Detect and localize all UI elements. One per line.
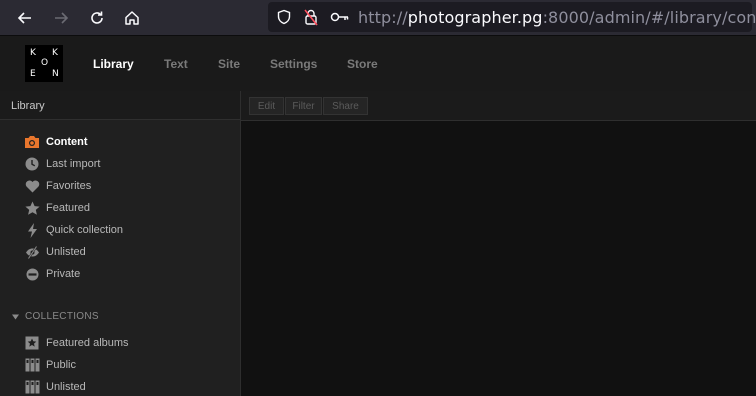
sidebar-item-label: Featured	[46, 202, 91, 214]
sidebar-item-public[interactable]: Public	[24, 356, 234, 374]
url-bar[interactable]: http://photographer.pg:8000/admin/#/libr…	[268, 2, 756, 32]
nav-library[interactable]: Library	[93, 57, 134, 71]
filter-button[interactable]: Filter	[285, 97, 322, 115]
url-host: photographer.pg	[407, 8, 543, 27]
collections-header[interactable]: COLLECTIONS	[11, 311, 99, 322]
sidebar-item-last-import[interactable]: Last import	[24, 155, 234, 173]
logo-letter-1: K	[30, 48, 36, 58]
app-header: K K O E N Library Text Site Settings Sto…	[0, 36, 756, 91]
star-icon	[24, 200, 40, 216]
clock-icon	[24, 156, 40, 172]
back-arrow-icon	[17, 12, 31, 24]
heart-icon	[24, 178, 40, 194]
home-icon	[125, 11, 139, 25]
triangle-down-icon	[12, 314, 19, 319]
sidebar-item-label: Quick collection	[46, 224, 124, 236]
sidebar-title: Library	[0, 91, 240, 120]
no-entry-icon	[24, 266, 40, 282]
insecure-lock-icon	[304, 9, 318, 26]
logo-letter-2: K	[52, 48, 58, 58]
logo-letter-3: O	[41, 58, 49, 68]
shield-icon	[277, 9, 291, 25]
eye-slash-icon	[24, 244, 40, 260]
camera-icon	[24, 134, 40, 150]
sidebar-item-favorites[interactable]: Favorites	[24, 177, 234, 195]
sidebar-item-label: Private	[46, 268, 81, 280]
sidebar-item-label: Featured albums	[46, 337, 129, 349]
album-icon	[24, 379, 40, 395]
reload-button[interactable]	[85, 6, 109, 30]
library-sidebar: Library Content Last import Favorites Fe…	[0, 91, 241, 396]
content-area	[241, 121, 756, 396]
url-text[interactable]: http://photographer.pg:8000/admin/#/libr…	[358, 8, 756, 27]
logo-letter-4: E	[30, 69, 36, 79]
nav-settings[interactable]: Settings	[270, 57, 317, 71]
forward-arrow-icon	[55, 12, 69, 24]
sidebar-item-label: Unlisted	[46, 246, 86, 258]
sidebar-item-label: Unlisted	[46, 381, 86, 393]
sidebar-item-unlisted[interactable]: Unlisted	[24, 243, 234, 261]
key-icon	[330, 12, 349, 22]
nav-site[interactable]: Site	[218, 57, 240, 71]
forward-button[interactable]	[49, 6, 73, 30]
sidebar-item-label: Content	[46, 136, 88, 148]
nav-store[interactable]: Store	[347, 57, 378, 71]
sidebar-item-label: Last import	[46, 158, 101, 170]
content-toolbar: Edit Filter Share	[241, 91, 756, 121]
url-prefix: http://	[358, 8, 408, 27]
sidebar-item-quick-collection[interactable]: Quick collection	[24, 221, 234, 239]
reload-icon	[91, 11, 103, 24]
sidebar-item-private[interactable]: Private	[24, 265, 234, 283]
home-button[interactable]	[120, 6, 144, 30]
lightning-icon	[24, 222, 40, 238]
share-button[interactable]: Share	[323, 97, 368, 115]
collections-label: COLLECTIONS	[25, 311, 99, 322]
sidebar-item-label: Public	[46, 359, 76, 371]
album-icon	[24, 357, 40, 373]
url-path: :8000/admin/#/library/content	[542, 8, 756, 27]
edit-button[interactable]: Edit	[249, 97, 284, 115]
sidebar-item-featured-albums[interactable]: Featured albums	[24, 334, 234, 352]
sidebar-item-label: Favorites	[46, 180, 92, 192]
sidebar-item-content[interactable]: Content	[24, 133, 234, 151]
browser-toolbar: http://photographer.pg:8000/admin/#/libr…	[0, 0, 756, 36]
star-album-icon	[24, 335, 40, 351]
nav-text[interactable]: Text	[164, 57, 188, 71]
sidebar-item-featured[interactable]: Featured	[24, 199, 234, 217]
logo-letter-5: N	[52, 69, 59, 79]
koken-logo[interactable]: K K O E N	[25, 45, 63, 82]
back-button[interactable]	[13, 6, 37, 30]
sidebar-item-unlisted-collection[interactable]: Unlisted	[24, 378, 234, 396]
